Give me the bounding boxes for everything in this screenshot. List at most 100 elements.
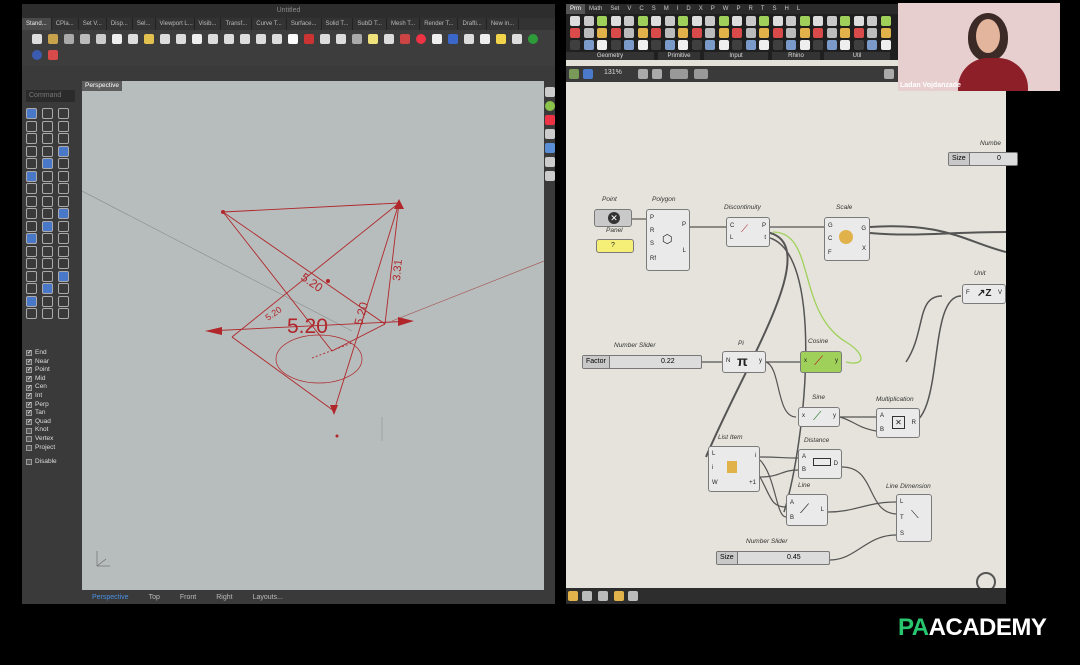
print-icon[interactable]: [80, 34, 90, 44]
gh-tab[interactable]: S: [648, 4, 660, 14]
unit-component[interactable]: F ↗Z V: [962, 284, 1006, 304]
material-icon[interactable]: [464, 34, 474, 44]
rhino-tab[interactable]: Stand...: [22, 18, 52, 30]
panel-icon-7[interactable]: [545, 171, 555, 181]
modeling-tool-icon[interactable]: [42, 133, 53, 144]
gh-component-icon[interactable]: [610, 28, 621, 38]
modeling-tool-icon[interactable]: [26, 158, 37, 169]
zoom-icon[interactable]: [224, 34, 234, 44]
gh-zoom-extents-icon[interactable]: [638, 69, 648, 79]
panel-icon-2[interactable]: [545, 101, 555, 111]
point-param[interactable]: ✕: [594, 209, 632, 227]
modeling-tool-icon[interactable]: [42, 308, 53, 319]
rhino-tab[interactable]: SubD T...: [353, 18, 387, 30]
plugin-icon[interactable]: [48, 50, 58, 60]
gh-component-icon[interactable]: [867, 16, 877, 26]
modeling-tool-icon[interactable]: [58, 220, 69, 232]
gh-tab[interactable]: L: [793, 4, 804, 14]
rhino-tab[interactable]: Render T...: [420, 18, 459, 30]
gh-component-icon[interactable]: [664, 16, 675, 26]
gh-component-icon[interactable]: [597, 40, 607, 50]
modeling-tool-icon[interactable]: [42, 195, 53, 207]
paste-icon[interactable]: [144, 34, 154, 44]
factor-slider[interactable]: Factor 0.22: [582, 355, 702, 369]
osnap-perp[interactable]: ✓ Perp: [26, 401, 78, 410]
gh-component-icon[interactable]: [678, 28, 688, 38]
view-tab-right[interactable]: Right: [206, 594, 242, 601]
modeling-tool-icon[interactable]: [26, 133, 37, 144]
cut-icon[interactable]: [112, 34, 122, 44]
group-rhino[interactable]: Rhino: [772, 52, 820, 60]
redo-icon[interactable]: [176, 34, 186, 44]
gh-component-icon[interactable]: [637, 16, 648, 26]
modeling-tool-icon[interactable]: [58, 183, 69, 194]
gh-component-icon[interactable]: [813, 40, 823, 50]
panel-component[interactable]: ?: [596, 239, 634, 253]
gh-component-icon[interactable]: [610, 16, 621, 26]
osnap-cen[interactable]: ✓ Cen: [26, 383, 78, 392]
gh-component-icon[interactable]: [759, 16, 769, 26]
multiplication-component[interactable]: AB ✕ R: [876, 408, 920, 438]
gh-download-icon[interactable]: [582, 591, 592, 601]
grasshopper-icon[interactable]: [528, 34, 538, 44]
distance-component[interactable]: AB D: [798, 449, 842, 479]
osnap-mid[interactable]: ✓ Mid: [26, 375, 78, 384]
render-icon[interactable]: [448, 34, 458, 44]
modeling-tool-icon[interactable]: [58, 245, 69, 257]
undo-icon[interactable]: [160, 34, 170, 44]
panel-icon-6[interactable]: [545, 157, 555, 167]
modeling-tool-icon[interactable]: [42, 283, 53, 294]
gh-component-icon[interactable]: [705, 28, 715, 38]
panel-icon-3[interactable]: [545, 115, 555, 125]
gh-component-icon[interactable]: [867, 28, 877, 38]
modeling-tool-icon[interactable]: [42, 170, 53, 182]
checkbox-icon[interactable]: ✓: [26, 384, 32, 391]
sun-icon[interactable]: [496, 34, 506, 44]
modeling-tool-icon[interactable]: [58, 270, 69, 282]
modeling-tool-icon[interactable]: [58, 170, 69, 182]
rhino-tab[interactable]: Drafti...: [458, 18, 487, 30]
modeling-tool-icon[interactable]: [26, 220, 37, 232]
modeling-tool-icon[interactable]: [58, 133, 69, 144]
hide-icon[interactable]: [352, 34, 362, 44]
osnap-tan[interactable]: ✓ Tan: [26, 409, 78, 418]
osnap-near[interactable]: ✓ Near: [26, 358, 78, 367]
list-item-component[interactable]: LiW i +1: [708, 446, 760, 492]
osnap-quad[interactable]: ✓ Quad: [26, 418, 78, 427]
rhino-tab[interactable]: Sel...: [133, 18, 156, 30]
gh-component-icon[interactable]: [691, 16, 702, 26]
gh-component-icon[interactable]: [718, 28, 729, 38]
panel-icon-1[interactable]: [545, 87, 555, 97]
modeling-tool-icon[interactable]: [26, 120, 37, 132]
gh-tab[interactable]: C: [635, 4, 647, 14]
lightbulb-icon[interactable]: [480, 34, 490, 44]
gh-component-icon[interactable]: [826, 28, 837, 38]
command-input[interactable]: Command: [26, 90, 75, 102]
viewport-label[interactable]: Perspective: [82, 81, 122, 91]
gh-component-icon[interactable]: [759, 40, 769, 50]
modeling-tool-icon[interactable]: [42, 270, 53, 282]
import-icon[interactable]: [96, 34, 106, 44]
gh-component-icon[interactable]: [799, 16, 810, 26]
gh-component-icon[interactable]: [583, 40, 594, 50]
gh-component-icon[interactable]: [880, 28, 891, 38]
gh-component-icon[interactable]: [718, 40, 729, 50]
open-file-icon[interactable]: [48, 34, 58, 44]
gh-tab[interactable]: M: [660, 4, 673, 14]
view-tab-layouts[interactable]: Layouts...: [243, 594, 293, 601]
rhino-tab[interactable]: Transf...: [221, 18, 253, 30]
gh-component-icon[interactable]: [678, 40, 688, 50]
gh-component-icon[interactable]: [583, 28, 594, 38]
options-icon[interactable]: [512, 34, 522, 44]
gh-component-icon[interactable]: [786, 28, 796, 38]
gh-component-icon[interactable]: [840, 16, 850, 26]
gh-display-icon[interactable]: [884, 69, 894, 79]
gh-component-icon[interactable]: [570, 28, 580, 38]
discontinuity-component[interactable]: CL Pt ⟋: [726, 217, 770, 247]
modeling-tool-icon[interactable]: [42, 108, 53, 119]
checkbox-icon[interactable]: ✓: [26, 358, 32, 365]
gh-tab[interactable]: Set: [606, 4, 623, 14]
grid-icon[interactable]: [320, 34, 330, 44]
pi-component[interactable]: N π y: [722, 351, 766, 373]
checkbox-icon[interactable]: ✓: [26, 367, 32, 374]
